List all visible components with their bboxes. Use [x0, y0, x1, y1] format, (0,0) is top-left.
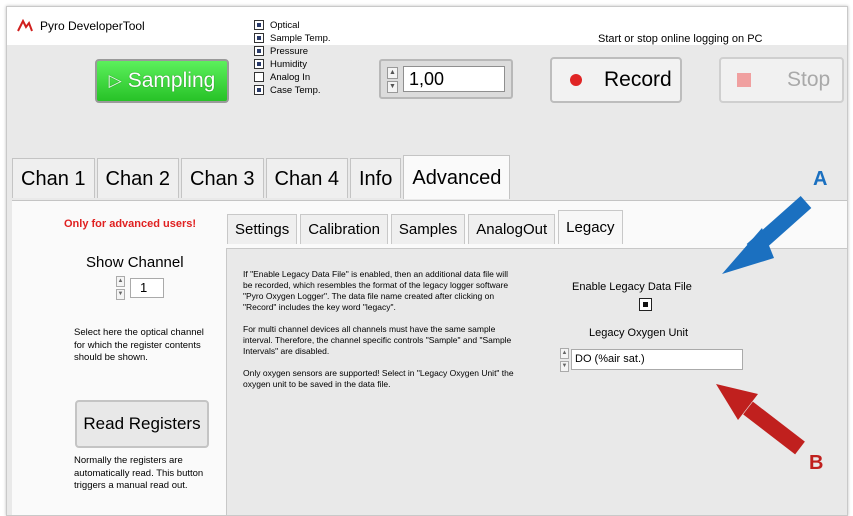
legacy-paragraph: If "Enable Legacy Data File" is enabled,…: [243, 269, 509, 312]
legacy-unit-select[interactable]: DO (%air sat.): [571, 349, 743, 370]
sensor-case-temp[interactable]: Case Temp.: [254, 84, 331, 97]
checkbox-analog-in[interactable]: [254, 72, 264, 82]
checkbox-humidity[interactable]: [254, 59, 264, 69]
sensor-checkbox-list: Optical Sample Temp. Pressure Humidity A…: [254, 19, 331, 97]
legacy-panel: If "Enable Legacy Data File" is enabled,…: [226, 248, 847, 515]
logging-hint: Start or stop online logging on PC: [598, 33, 763, 45]
increment-icon[interactable]: ▲: [387, 67, 398, 79]
tab-chan-2[interactable]: Chan 2: [96, 158, 179, 198]
tab-advanced[interactable]: Advanced: [403, 155, 511, 199]
sensor-analog-in[interactable]: Analog In: [254, 71, 331, 84]
checkbox-sample-temp[interactable]: [254, 33, 264, 43]
sensor-label: Case Temp.: [270, 85, 321, 96]
annotation-label-a: A: [813, 168, 828, 190]
sampling-button[interactable]: ▷ Sampling: [95, 59, 229, 103]
increment-icon[interactable]: ▲: [116, 276, 125, 287]
sample-interval-control: ▲ ▼ 1,00: [379, 59, 513, 99]
tab-settings[interactable]: Settings: [227, 214, 298, 244]
interval-input[interactable]: 1,00: [403, 66, 505, 92]
sensor-label: Pressure: [270, 46, 309, 57]
tab-chan-4[interactable]: Chan 4: [265, 158, 348, 198]
read-registers-help: Normally the registers are automatically…: [74, 455, 204, 491]
app-window: Pyro DeveloperTool ▷ Sampling Optical Sa…: [6, 6, 848, 516]
tab-info[interactable]: Info: [350, 158, 402, 198]
stop-icon: [737, 73, 751, 87]
legacy-paragraph: Only oxygen sensors are supported! Selec…: [243, 368, 514, 389]
legacy-paragraph: For multi channel devices all channels m…: [243, 324, 512, 356]
sensor-humidity[interactable]: Humidity: [254, 58, 331, 71]
advanced-left-panel: Only for advanced users! Show Channel ▲ …: [12, 201, 219, 515]
sensor-sample-temp[interactable]: Sample Temp.: [254, 32, 331, 45]
checkbox-optical[interactable]: [254, 20, 264, 30]
legacy-unit-stepper[interactable]: ▲ ▼: [560, 348, 569, 372]
annotation-label-b: B: [809, 452, 824, 474]
decrement-icon[interactable]: ▼: [560, 361, 569, 372]
window-title: Pyro DeveloperTool: [40, 19, 145, 33]
checkbox-pressure[interactable]: [254, 46, 264, 56]
play-icon: ▷: [108, 71, 122, 90]
sensor-label: Optical: [270, 20, 300, 31]
interval-stepper[interactable]: ▲ ▼: [387, 67, 398, 93]
tab-calibration[interactable]: Calibration: [300, 214, 388, 244]
increment-icon[interactable]: ▲: [560, 348, 569, 359]
main-tab-bar: Chan 1 Chan 2 Chan 3 Chan 4 Info Advance…: [12, 155, 512, 200]
record-button-label: Record: [604, 68, 672, 91]
legacy-description: If "Enable Legacy Data File" is enabled,…: [243, 269, 515, 401]
sensor-optical[interactable]: Optical: [254, 19, 331, 32]
advanced-sub-tab-bar: Settings Calibration Samples AnalogOut L…: [227, 210, 626, 248]
sensor-pressure[interactable]: Pressure: [254, 45, 331, 58]
record-button[interactable]: Record: [550, 57, 682, 103]
enable-legacy-checkbox[interactable]: [639, 298, 652, 311]
tab-analogout[interactable]: AnalogOut: [468, 214, 556, 244]
sensor-label: Humidity: [270, 59, 307, 70]
show-channel-label: Show Channel: [86, 254, 184, 271]
decrement-icon[interactable]: ▼: [387, 81, 398, 93]
show-channel-stepper[interactable]: ▲ ▼: [116, 276, 125, 300]
tab-chan-3[interactable]: Chan 3: [181, 158, 264, 198]
tab-samples[interactable]: Samples: [390, 214, 466, 244]
stop-button[interactable]: Stop: [719, 57, 844, 103]
pyro-logo-icon: [17, 19, 33, 32]
enable-legacy-label: Enable Legacy Data File: [572, 281, 692, 293]
show-channel-input[interactable]: 1: [130, 278, 164, 298]
decrement-icon[interactable]: ▼: [116, 289, 125, 300]
sensor-label: Analog In: [270, 72, 311, 83]
stop-button-label: Stop: [787, 68, 831, 91]
record-icon: [570, 74, 582, 86]
legacy-unit-label: Legacy Oxygen Unit: [589, 327, 689, 339]
checkbox-case-temp[interactable]: [254, 85, 264, 95]
show-channel-help: Select here the optical channel for whic…: [74, 327, 204, 363]
advanced-warning: Only for advanced users!: [64, 218, 197, 230]
tab-chan-1[interactable]: Chan 1: [12, 158, 95, 198]
advanced-panel: Only for advanced users! Show Channel ▲ …: [12, 200, 847, 515]
read-registers-button[interactable]: Read Registers: [75, 400, 209, 448]
sampling-button-label: Sampling: [127, 69, 216, 92]
sensor-label: Sample Temp.: [270, 33, 331, 44]
tab-legacy[interactable]: Legacy: [558, 210, 623, 244]
